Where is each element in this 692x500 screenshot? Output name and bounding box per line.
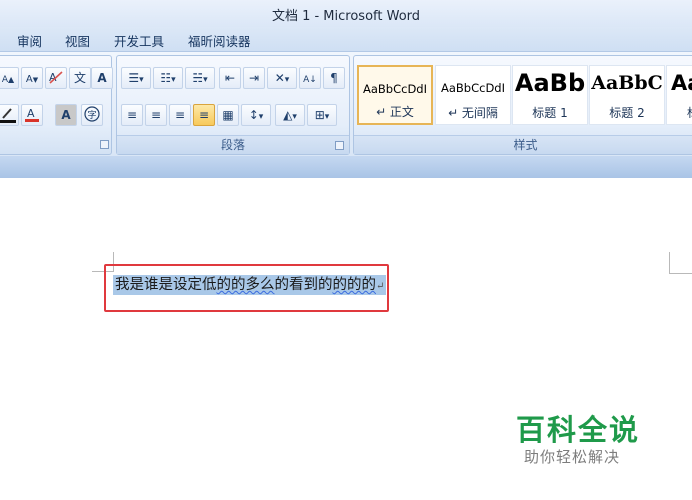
style-sample: AaBbCcDdI	[440, 81, 505, 95]
sort-icon[interactable]: A↓	[299, 67, 321, 89]
ribbon-tab-bar: 审阅 视图 开发工具 福昕阅读器	[0, 27, 692, 51]
clear-format-icon[interactable]: A	[45, 67, 67, 89]
style-sample: AaBbC	[591, 72, 663, 94]
bullets-icon[interactable]: ☰▾	[121, 67, 151, 89]
styles-group: AaBbCcDdI ↵ 正文 AaBbCcDdI ↵ 无间隔 AaBb 标题 1…	[353, 55, 692, 155]
style-title[interactable]: Aa 标	[666, 65, 692, 125]
borders-icon[interactable]: ⊞▾	[307, 104, 337, 126]
chinese-layout-icon[interactable]: ✕▾	[267, 67, 297, 89]
char-shading-icon[interactable]: A	[55, 104, 77, 126]
tab-review[interactable]: 审阅	[17, 31, 42, 50]
increase-indent-icon[interactable]: ⇥	[243, 67, 265, 89]
style-heading-2[interactable]: AaBbC 标题 2	[589, 65, 665, 125]
watermark-title: 百科全说	[516, 413, 641, 447]
justify-icon[interactable]: ≡	[193, 104, 215, 126]
font-dialog-launcher[interactable]	[100, 140, 109, 149]
paragraph-group: ☰▾ ☷▾ ☵▾ ⇤ ⇥ ✕▾ A↓ ¶ ≡ ≡ ≡ ≡ ▦ ↕▾ ◭▾ ⊞▾ …	[116, 55, 350, 155]
margin-corner-mark	[669, 252, 670, 274]
svg-text:字: 字	[88, 109, 97, 121]
ribbon-bottom-bar	[0, 156, 692, 178]
ribbon: A▲ A▼ A 文 A A A 字 ☰▾ ☷▾ ☵▾ ⇤ ⇥ ✕▾ A↓ ¶ ≡…	[0, 51, 692, 156]
char-border-icon[interactable]: A	[91, 67, 113, 89]
multilevel-list-icon[interactable]: ☵▾	[185, 67, 215, 89]
word-window: 文档 1 - Microsoft Word 审阅 视图 开发工具 福昕阅读器 A…	[0, 0, 692, 500]
style-normal[interactable]: AaBbCcDdI ↵ 正文	[357, 65, 433, 125]
style-heading-1[interactable]: AaBb 标题 1	[512, 65, 588, 125]
style-name: 标题 1	[532, 106, 568, 120]
style-sample: Aa	[671, 71, 692, 95]
align-right-icon[interactable]: ≡	[169, 104, 191, 126]
shrink-font-icon[interactable]: A▼	[21, 67, 43, 89]
tab-foxit-reader[interactable]: 福昕阅读器	[188, 31, 251, 50]
annotation-highlight-box	[104, 264, 389, 312]
title-bar: 文档 1 - Microsoft Word	[0, 0, 692, 27]
style-name: ↵ 无间隔	[448, 106, 498, 120]
styles-group-label: 样式	[354, 135, 692, 154]
font-group: A▲ A▼ A 文 A A A 字	[0, 55, 113, 155]
style-no-spacing[interactable]: AaBbCcDdI ↵ 无间隔	[435, 65, 511, 125]
paragraph-group-label: 段落	[117, 135, 349, 154]
style-sample: AaBbCcDdI	[362, 82, 427, 96]
show-marks-icon[interactable]: ¶	[323, 67, 345, 89]
margin-corner-mark	[669, 273, 692, 274]
enclose-char-icon[interactable]: 字	[81, 104, 103, 126]
window-title: 文档 1 - Microsoft Word	[271, 9, 421, 24]
shading-icon[interactable]: ◭▾	[275, 104, 305, 126]
document-canvas[interactable]: 我是谁是设定低的的多么的看到的的的的↵ 百科全说 助你轻松解决	[0, 178, 692, 500]
phonetic-guide-icon[interactable]: 文	[69, 67, 91, 89]
distributed-icon[interactable]: ▦	[217, 104, 239, 126]
font-color-icon[interactable]: A	[21, 104, 43, 126]
tab-developer[interactable]: 开发工具	[114, 31, 164, 50]
style-sample: AaBb	[514, 69, 586, 97]
align-left-icon[interactable]: ≡	[121, 104, 143, 126]
style-name: 标	[687, 104, 692, 121]
svg-text:A: A	[27, 107, 35, 120]
grow-font-icon[interactable]: A▲	[0, 67, 19, 89]
highlight-pen-icon[interactable]	[0, 104, 19, 126]
style-name: ↵ 正文	[376, 105, 414, 119]
decrease-indent-icon[interactable]: ⇤	[219, 67, 241, 89]
line-spacing-icon[interactable]: ↕▾	[241, 104, 271, 126]
numbering-icon[interactable]: ☷▾	[153, 67, 183, 89]
watermark-subtitle: 助你轻松解决	[524, 448, 621, 466]
align-center-icon[interactable]: ≡	[145, 104, 167, 126]
paragraph-dialog-launcher[interactable]	[335, 141, 344, 150]
tab-view[interactable]: 视图	[65, 31, 90, 50]
style-name: 标题 2	[609, 106, 645, 120]
